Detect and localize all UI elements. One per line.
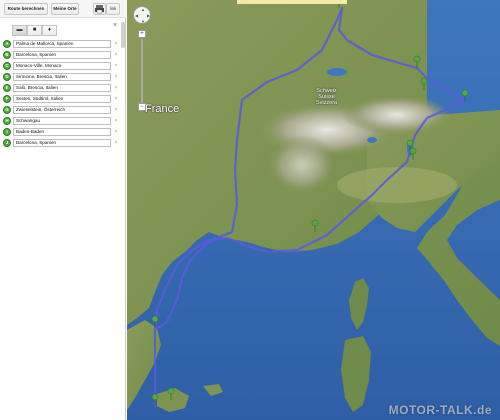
map-graphic bbox=[127, 0, 500, 420]
remove-waypoint-icon[interactable]: × bbox=[113, 73, 119, 81]
marker-i-icon[interactable]: I bbox=[3, 128, 11, 136]
close-icon[interactable]: × bbox=[111, 22, 119, 30]
marker-d-icon[interactable]: D bbox=[3, 73, 11, 81]
country-label-france: France bbox=[145, 103, 180, 115]
transit-icon[interactable]: ■ bbox=[27, 25, 42, 36]
waypoint-item: E Salò, Brescia, Italien × bbox=[3, 84, 121, 93]
waypoint-field[interactable]: Sexten, Südtirol, Italien bbox=[13, 95, 111, 103]
waypoint-item: H Schwangau × bbox=[3, 117, 121, 126]
lake-constance bbox=[327, 68, 347, 76]
panel-toolbar: Route berechnen Meine Orte link bbox=[0, 0, 126, 18]
waypoint-field[interactable]: Monaco-Ville, Monaco bbox=[13, 62, 111, 70]
lake bbox=[367, 137, 377, 143]
marker-a-icon[interactable]: A bbox=[3, 40, 11, 48]
waypoint-item: B Barcelona, Spanien × bbox=[3, 51, 121, 60]
directions-panel: Route berechnen Meine Orte link × ▬ ■ ♦ … bbox=[0, 0, 126, 420]
printer-icon[interactable] bbox=[93, 3, 106, 15]
panel-scrollbar[interactable] bbox=[121, 22, 125, 48]
marker-h-icon[interactable]: H bbox=[3, 117, 11, 125]
link-button[interactable]: link bbox=[106, 3, 120, 15]
remove-waypoint-icon[interactable]: × bbox=[113, 128, 119, 136]
map-canvas[interactable]: France Schweiz Suisse Svizzera ▲ ▼ ◀ ▶ +… bbox=[127, 0, 500, 420]
alps-region-west bbox=[267, 135, 337, 195]
country-label-switzerland: Schweiz Suisse Svizzera bbox=[316, 88, 337, 106]
waypoint-item: F Sexten, Südtirol, Italien × bbox=[3, 95, 121, 104]
remove-waypoint-icon[interactable]: × bbox=[113, 62, 119, 70]
my-places-button[interactable]: Meine Orte bbox=[51, 3, 79, 15]
waypoint-field[interactable]: Schwangau bbox=[13, 117, 111, 125]
marker-b-icon[interactable]: B bbox=[3, 51, 11, 59]
zoom-slider[interactable] bbox=[138, 39, 146, 110]
waypoint-field[interactable]: Palma de Mallorca, Spanien bbox=[13, 40, 111, 48]
waypoint-field[interactable]: Barcelona, Spanien bbox=[13, 51, 111, 59]
car-icon[interactable]: ▬ bbox=[12, 25, 27, 36]
waypoint-item: G Zwieselstein, Österreich × bbox=[3, 106, 121, 115]
waypoint-item: I Baden-Baden × bbox=[3, 128, 121, 137]
remove-waypoint-icon[interactable]: × bbox=[113, 84, 119, 92]
info-strip bbox=[237, 0, 347, 4]
pan-right-icon[interactable]: ▶ bbox=[147, 13, 150, 18]
remove-waypoint-icon[interactable]: × bbox=[113, 40, 119, 48]
waypoint-field[interactable]: Barcelona, Spanien bbox=[13, 139, 111, 147]
remove-waypoint-icon[interactable]: × bbox=[113, 51, 119, 59]
zoom-in-button[interactable]: + bbox=[138, 30, 146, 38]
waypoint-item: J Barcelona, Spanien × bbox=[3, 139, 121, 148]
pan-up-icon[interactable]: ▲ bbox=[141, 7, 145, 12]
waypoint-item: D Sirmione, Brescia, Italien × bbox=[3, 73, 121, 82]
waypoint-field[interactable]: Zwieselstein, Österreich bbox=[13, 106, 111, 114]
country-label-line: Svizzera bbox=[316, 100, 338, 106]
route-button[interactable]: Route berechnen bbox=[4, 3, 48, 15]
pan-control[interactable]: ▲ ▼ ◀ ▶ bbox=[133, 6, 151, 24]
remove-waypoint-icon[interactable]: × bbox=[113, 95, 119, 103]
remove-waypoint-icon[interactable]: × bbox=[113, 117, 119, 125]
marker-j-icon[interactable]: J bbox=[3, 139, 11, 147]
zoom-track[interactable] bbox=[141, 39, 143, 109]
zoom-out-button[interactable]: − bbox=[138, 103, 146, 111]
waypoint-item: C Monaco-Ville, Monaco × bbox=[3, 62, 121, 71]
marker-g-icon[interactable]: G bbox=[3, 106, 11, 114]
remove-waypoint-icon[interactable]: × bbox=[113, 106, 119, 114]
waypoint-field[interactable]: Baden-Baden bbox=[13, 128, 111, 136]
marker-c-icon[interactable]: C bbox=[3, 62, 11, 70]
waypoint-field[interactable]: Sirmione, Brescia, Italien bbox=[13, 73, 111, 81]
walk-icon[interactable]: ♦ bbox=[42, 25, 57, 36]
waypoint-item: A Palma de Mallorca, Spanien × bbox=[3, 40, 121, 49]
pan-left-icon[interactable]: ◀ bbox=[135, 13, 138, 18]
marker-f-icon[interactable]: F bbox=[3, 95, 11, 103]
waypoint-field[interactable]: Salò, Brescia, Italien bbox=[13, 84, 111, 92]
watermark: MOTOR-TALK.de bbox=[388, 403, 492, 417]
remove-waypoint-icon[interactable]: × bbox=[113, 139, 119, 147]
marker-e-icon[interactable]: E bbox=[3, 84, 11, 92]
pan-down-icon[interactable]: ▼ bbox=[141, 19, 145, 24]
